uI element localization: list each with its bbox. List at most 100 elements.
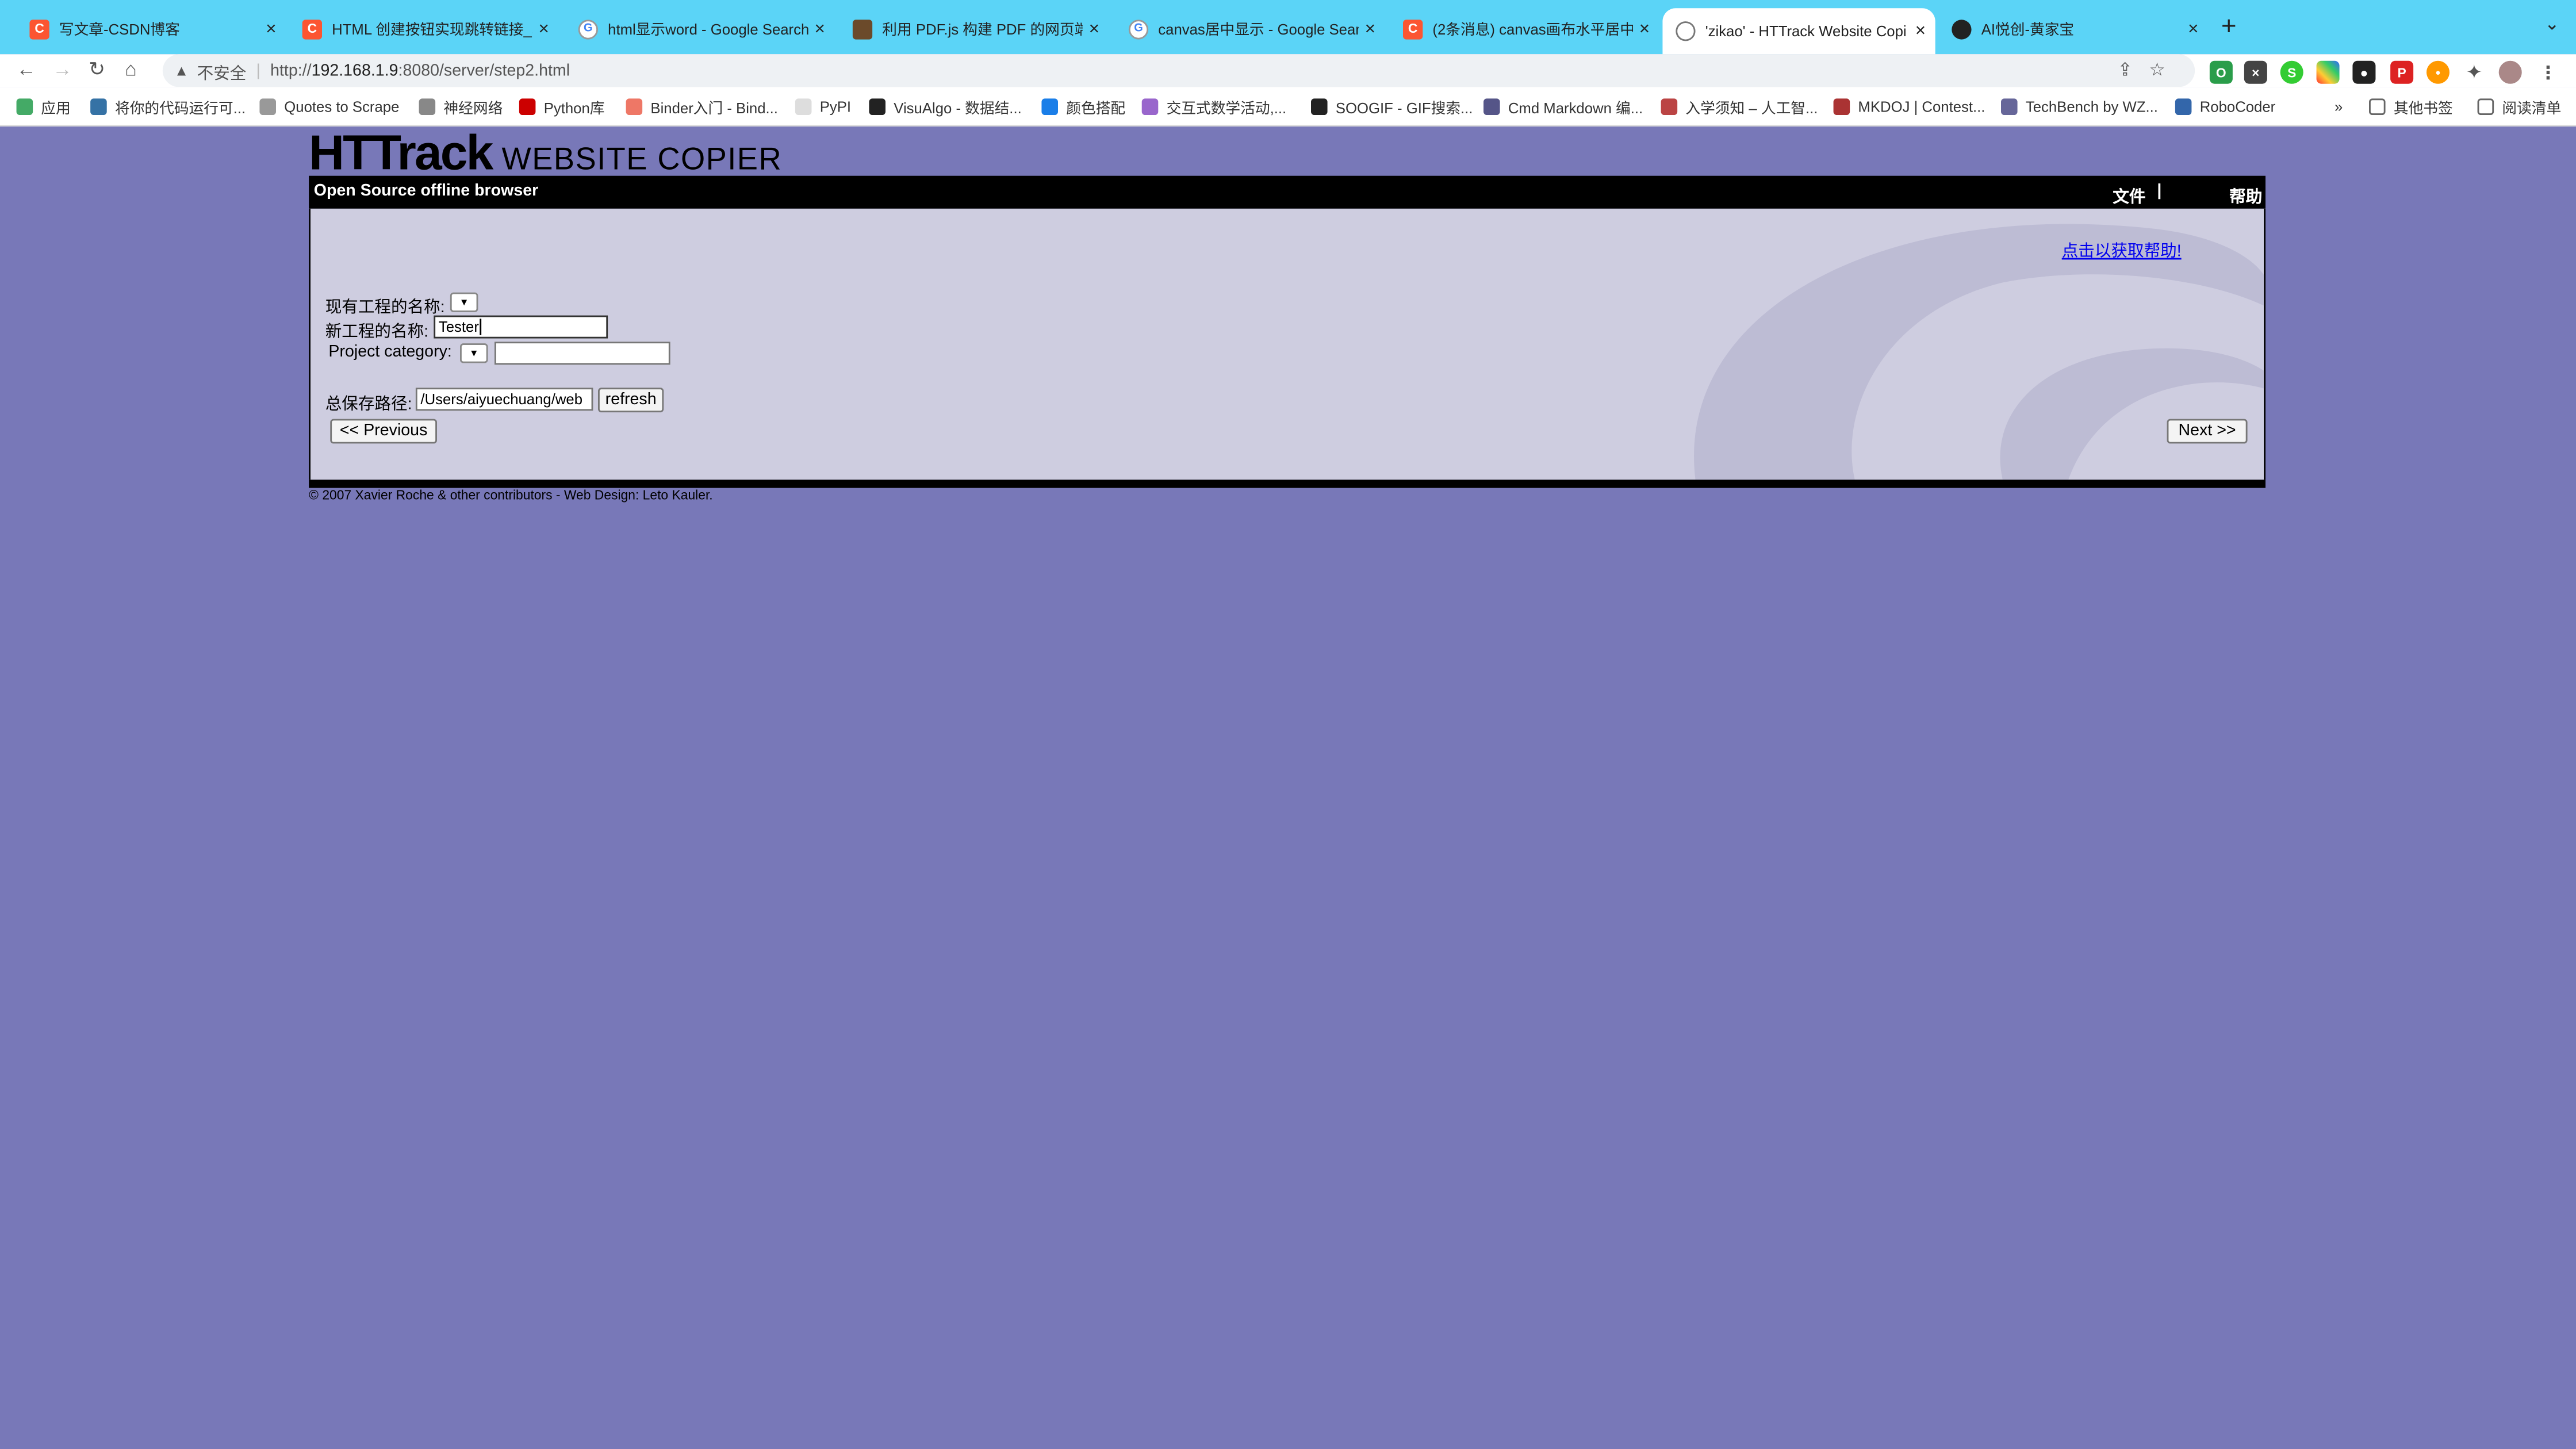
- bookmark-label: Python库: [543, 99, 605, 116]
- browser-tab[interactable]: C (2条消息) canvas画布水平居中_ ×: [1390, 8, 1659, 49]
- browser-tab[interactable]: C 写文章-CSDN博客 ×: [17, 8, 286, 49]
- browser-tab[interactable]: AI悦创-黄家宝 ×: [1938, 8, 2208, 49]
- bookmark-favicon-icon: [2175, 98, 2192, 115]
- extension-x-icon[interactable]: ×: [2244, 60, 2267, 84]
- bookmark-item[interactable]: 颜色搭配: [1041, 95, 1125, 118]
- close-tab-icon[interactable]: ×: [1633, 19, 1656, 39]
- bookmark-item[interactable]: TechBench by WZ...: [2001, 95, 2158, 118]
- save-path-label: 总保存路径:: [325, 396, 412, 414]
- close-tab-icon[interactable]: ×: [808, 19, 831, 39]
- bookmark-item[interactable]: Cmd Markdown 编...: [1483, 95, 1643, 118]
- bookmark-favicon-icon: [1833, 98, 1850, 115]
- category-select[interactable]: ▾: [460, 343, 488, 363]
- reading-list-button[interactable]: 阅读清单: [2477, 95, 2562, 118]
- bookmark-label: 将你的代码运行可...: [115, 99, 246, 116]
- copyright-footer: © 2007 Xavier Roche & other contributors…: [309, 488, 713, 503]
- new-tab-button[interactable]: +: [2221, 13, 2237, 43]
- browser-tab[interactable]: 利用 PDF.js 构建 PDF 的网页端 ×: [839, 8, 1109, 49]
- tab-title: 利用 PDF.js 构建 PDF 的网页端: [882, 21, 1083, 38]
- bookmark-favicon-icon: [519, 98, 536, 115]
- bookmark-star-icon[interactable]: ☆: [2149, 61, 2182, 80]
- existing-project-select[interactable]: ▾: [450, 292, 478, 312]
- extension-s-icon[interactable]: S: [2280, 60, 2303, 84]
- address-divider: |: [256, 62, 260, 80]
- bookmark-item[interactable]: MKDOJ | Contest...: [1833, 95, 1985, 118]
- tab-title: (2条消息) canvas画布水平居中_: [1432, 21, 1633, 38]
- reload-button[interactable]: ↻: [89, 57, 105, 80]
- insecure-label[interactable]: 不安全: [197, 58, 247, 83]
- bookmark-item[interactable]: PyPI: [795, 95, 851, 118]
- bookmark-item[interactable]: 交互式数学活动,...: [1141, 95, 1286, 118]
- logo-subtitle: WEBSITE COPIER: [501, 143, 783, 178]
- profile-avatar[interactable]: [2498, 60, 2522, 84]
- csdn-favicon-icon: C: [302, 18, 322, 39]
- bookmark-item[interactable]: 将你的代码运行可...: [90, 95, 246, 118]
- address-bar[interactable]: ▲ 不安全 | http://192.168.1.9:8080/server/s…: [162, 54, 2195, 87]
- bookmark-item[interactable]: 应用: [16, 95, 71, 118]
- other-bookmarks-folder[interactable]: 其他书签: [2369, 95, 2453, 118]
- close-tab-icon[interactable]: ×: [1359, 19, 1382, 39]
- extension-on-icon[interactable]: O: [2209, 60, 2233, 84]
- google-favicon-icon: G: [578, 18, 598, 39]
- home-button[interactable]: ⌂: [125, 57, 137, 80]
- extension-pdf-icon[interactable]: P: [2390, 60, 2414, 84]
- bookmark-item[interactable]: Binder入门 - Bind...: [626, 95, 778, 118]
- url-host: 192.168.1.9: [311, 62, 398, 80]
- existing-project-label: 现有工程的名称:: [325, 299, 445, 317]
- help-menu-link[interactable]: 帮助: [2229, 182, 2262, 207]
- category-input[interactable]: [494, 342, 670, 365]
- close-tab-icon[interactable]: ×: [1909, 21, 1932, 41]
- menu-separator: |: [2157, 182, 2162, 201]
- category-label: Project category:: [328, 343, 452, 362]
- bookmarks-overflow-icon[interactable]: »: [2334, 95, 2343, 118]
- tab-title: 'zikao' - HTTrack Website Copi: [1705, 23, 1907, 40]
- omnibox-actions: ⇪☆: [2118, 59, 2182, 80]
- bookmarks-bar: 应用 将你的代码运行可... Quotes to Scrape 神经网络 Python库…: [0, 87, 2576, 126]
- bookmark-favicon-icon: [419, 98, 436, 115]
- extension-orange-icon[interactable]: •: [2426, 60, 2450, 84]
- bookmark-item[interactable]: Python库: [519, 95, 605, 118]
- bookmark-label: MKDOJ | Contest...: [1858, 98, 1985, 115]
- close-tab-icon[interactable]: ×: [532, 19, 555, 39]
- extensions-puzzle-icon[interactable]: ✦: [2462, 60, 2486, 84]
- bookmark-item[interactable]: SOOGIF - GIF搜索...: [1311, 95, 1473, 118]
- refresh-button[interactable]: refresh: [598, 388, 664, 413]
- bookmark-item[interactable]: VisuAlgo - 数据结...: [869, 95, 1022, 118]
- save-path-input[interactable]: /Users/aiyuechuang/web: [415, 388, 593, 411]
- browser-tab[interactable]: Ghtml显示word - Google Search ×: [565, 8, 835, 49]
- bookmark-item[interactable]: 神经网络: [419, 95, 503, 118]
- tab-search-icon[interactable]: ⌄: [2544, 13, 2559, 34]
- bookmark-item[interactable]: Quotes to Scrape: [259, 95, 399, 118]
- bookmark-favicon-icon: [1483, 98, 1500, 115]
- new-project-input[interactable]: Tester: [434, 315, 608, 339]
- close-tab-icon[interactable]: ×: [259, 19, 282, 39]
- tab-strip: C 写文章-CSDN博客 × C HTML 创建按钮实现跳转链接_si × Ghtml显示w…: [0, 0, 2576, 55]
- help-link[interactable]: 点击以获取帮助!: [2062, 236, 2182, 261]
- extension-glasses-icon[interactable]: ●: [2352, 60, 2376, 84]
- back-button[interactable]: ←: [17, 57, 36, 80]
- httrack-logo: HTTrack WEBSITE COPIER: [309, 129, 783, 178]
- browser-menu-icon[interactable]: ⋮: [2536, 60, 2560, 84]
- file-menu-link[interactable]: 文件: [2113, 182, 2145, 207]
- new-project-label: 新工程的名称:: [325, 323, 429, 342]
- share-icon[interactable]: ⇪: [2118, 61, 2149, 80]
- next-button[interactable]: Next >>: [2167, 419, 2248, 444]
- close-tab-icon[interactable]: ×: [1083, 19, 1106, 39]
- bookmark-item[interactable]: 入学须知 – 人工智...: [1661, 95, 1818, 118]
- forward-button[interactable]: →: [52, 57, 72, 80]
- close-tab-icon[interactable]: ×: [2182, 19, 2205, 39]
- warning-icon: ▲: [174, 62, 189, 79]
- bookmark-item[interactable]: RoboCoder: [2175, 95, 2275, 118]
- browser-tab[interactable]: Gcanvas居中显示 - Google Searc ×: [1116, 8, 1385, 49]
- bookmark-favicon-icon: [626, 98, 643, 115]
- reading-list-icon: [2477, 98, 2494, 115]
- folder-icon: [2369, 98, 2386, 115]
- previous-button[interactable]: << Previous: [330, 419, 437, 444]
- browser-tab[interactable]: 'zikao' - HTTrack Website Copi ×: [1662, 8, 1935, 55]
- bookmark-favicon-icon: [90, 98, 107, 115]
- browser-tab[interactable]: C HTML 创建按钮实现跳转链接_si ×: [289, 8, 559, 49]
- csdn-favicon-icon: C: [29, 18, 49, 39]
- extension-palette-icon[interactable]: [2316, 60, 2340, 84]
- bookmark-label: TechBench by WZ...: [2025, 98, 2158, 115]
- reading-list-label: 阅读清单: [2502, 99, 2562, 116]
